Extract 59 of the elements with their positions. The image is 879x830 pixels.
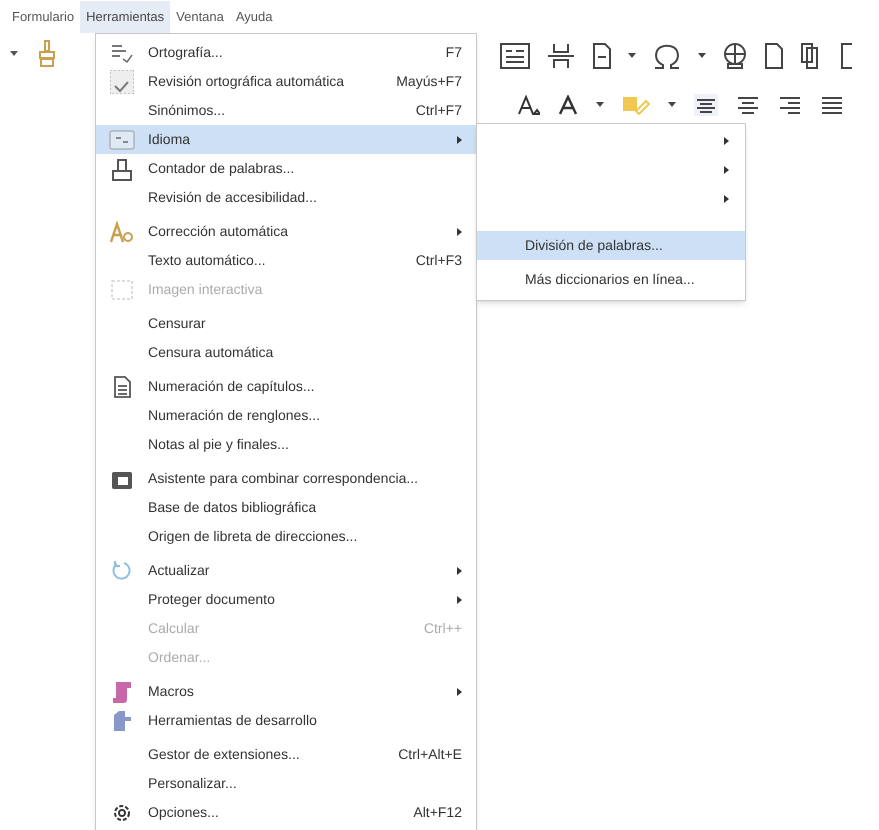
font-color-icon[interactable] [558,95,578,115]
menu-item[interactable]: Revisión de accesibilidad... [96,183,476,212]
submenu-arrow-icon [457,228,462,236]
menu-item[interactable]: Censurar [96,309,476,338]
menu-bar-item[interactable]: Ayuda [230,1,279,33]
menu-item[interactable]: Corrección automática [96,217,476,246]
align-center-icon[interactable] [694,94,718,116]
dropdown-caret-icon[interactable] [628,53,636,59]
autocorrect-icon [110,220,134,242]
menu-item[interactable]: Actualizar [96,556,476,585]
align-center-icon[interactable] [736,95,760,115]
numbered-page-icon [112,376,132,398]
menu-bar-item[interactable]: Formulario [6,1,80,33]
submenu-arrow-icon [457,596,462,604]
menu-item[interactable]: Texto automático... Ctrl+F3 [96,246,476,275]
page-break-icon[interactable] [546,42,576,70]
menu-item[interactable]: Contador de palabras... [96,154,476,183]
menu-item[interactable]: División de palabras... [477,231,745,260]
dropdown-caret-icon[interactable] [596,102,604,108]
submenu-arrow-icon [724,136,729,144]
menu-item[interactable]: Notas al pie y finales... [96,430,476,459]
menu-item[interactable]: Idioma [96,125,476,154]
menu-item[interactable]: Ortografía... F7 [96,38,476,67]
menu-item[interactable]: Origen de libreta de direcciones... [96,522,476,551]
refresh-icon [111,560,133,582]
menu-item[interactable]: Sinónimos... Ctrl+F7 [96,96,476,125]
text-box-icon[interactable] [500,43,530,69]
frame-icon[interactable] [840,42,852,70]
menu-item[interactable]: Macros [96,677,476,706]
submenu-arrow-icon [457,566,462,574]
submenu-arrow-icon [457,136,462,144]
document-icon[interactable] [764,42,784,70]
submenu-arrow-icon [457,688,462,696]
omega-icon[interactable] [652,42,682,70]
align-right-icon[interactable] [778,95,802,115]
menu-item[interactable]: Proteger documento [96,585,476,614]
menu-item[interactable]: Numeración de renglones... [96,401,476,430]
menu-item[interactable]: Opciones... Alt+F12 [96,798,476,827]
dropdown-caret-icon[interactable] [698,53,706,59]
menu-item[interactable]: Herramientas de desarrollo [96,706,476,735]
menu-item[interactable]: Más diccionarios en línea... [477,260,745,298]
menu-item[interactable]: Censura automática [96,338,476,367]
menu-item[interactable]: Base de datos bibliográfica [96,493,476,522]
spelling-check-icon [110,70,134,94]
justify-icon[interactable] [820,95,844,115]
dropdown-caret-icon[interactable] [668,102,676,108]
menu-item[interactable]: Asistente para combinar correspondencia... [96,464,476,493]
menu-bar-item[interactable]: Herramientas [80,1,170,33]
grow-font-icon[interactable] [518,95,540,115]
menu-item[interactable]: Personalizar... [96,769,476,798]
menu-item[interactable]: Gestor de extensiones... Ctrl+Alt+E [96,740,476,769]
submenu-arrow-icon [724,194,729,202]
dropdown-caret-icon[interactable] [10,51,18,57]
globe-icon[interactable] [722,42,748,70]
menu-bar-item[interactable]: Ventana [170,1,230,33]
document-icon[interactable] [592,42,612,70]
submenu-arrow-icon [724,166,729,174]
menu-item[interactable]: Numeración de capítulos... [96,372,476,401]
menu-item[interactable]: Revisión ortográfica automática Mayús+F7 [96,67,476,96]
